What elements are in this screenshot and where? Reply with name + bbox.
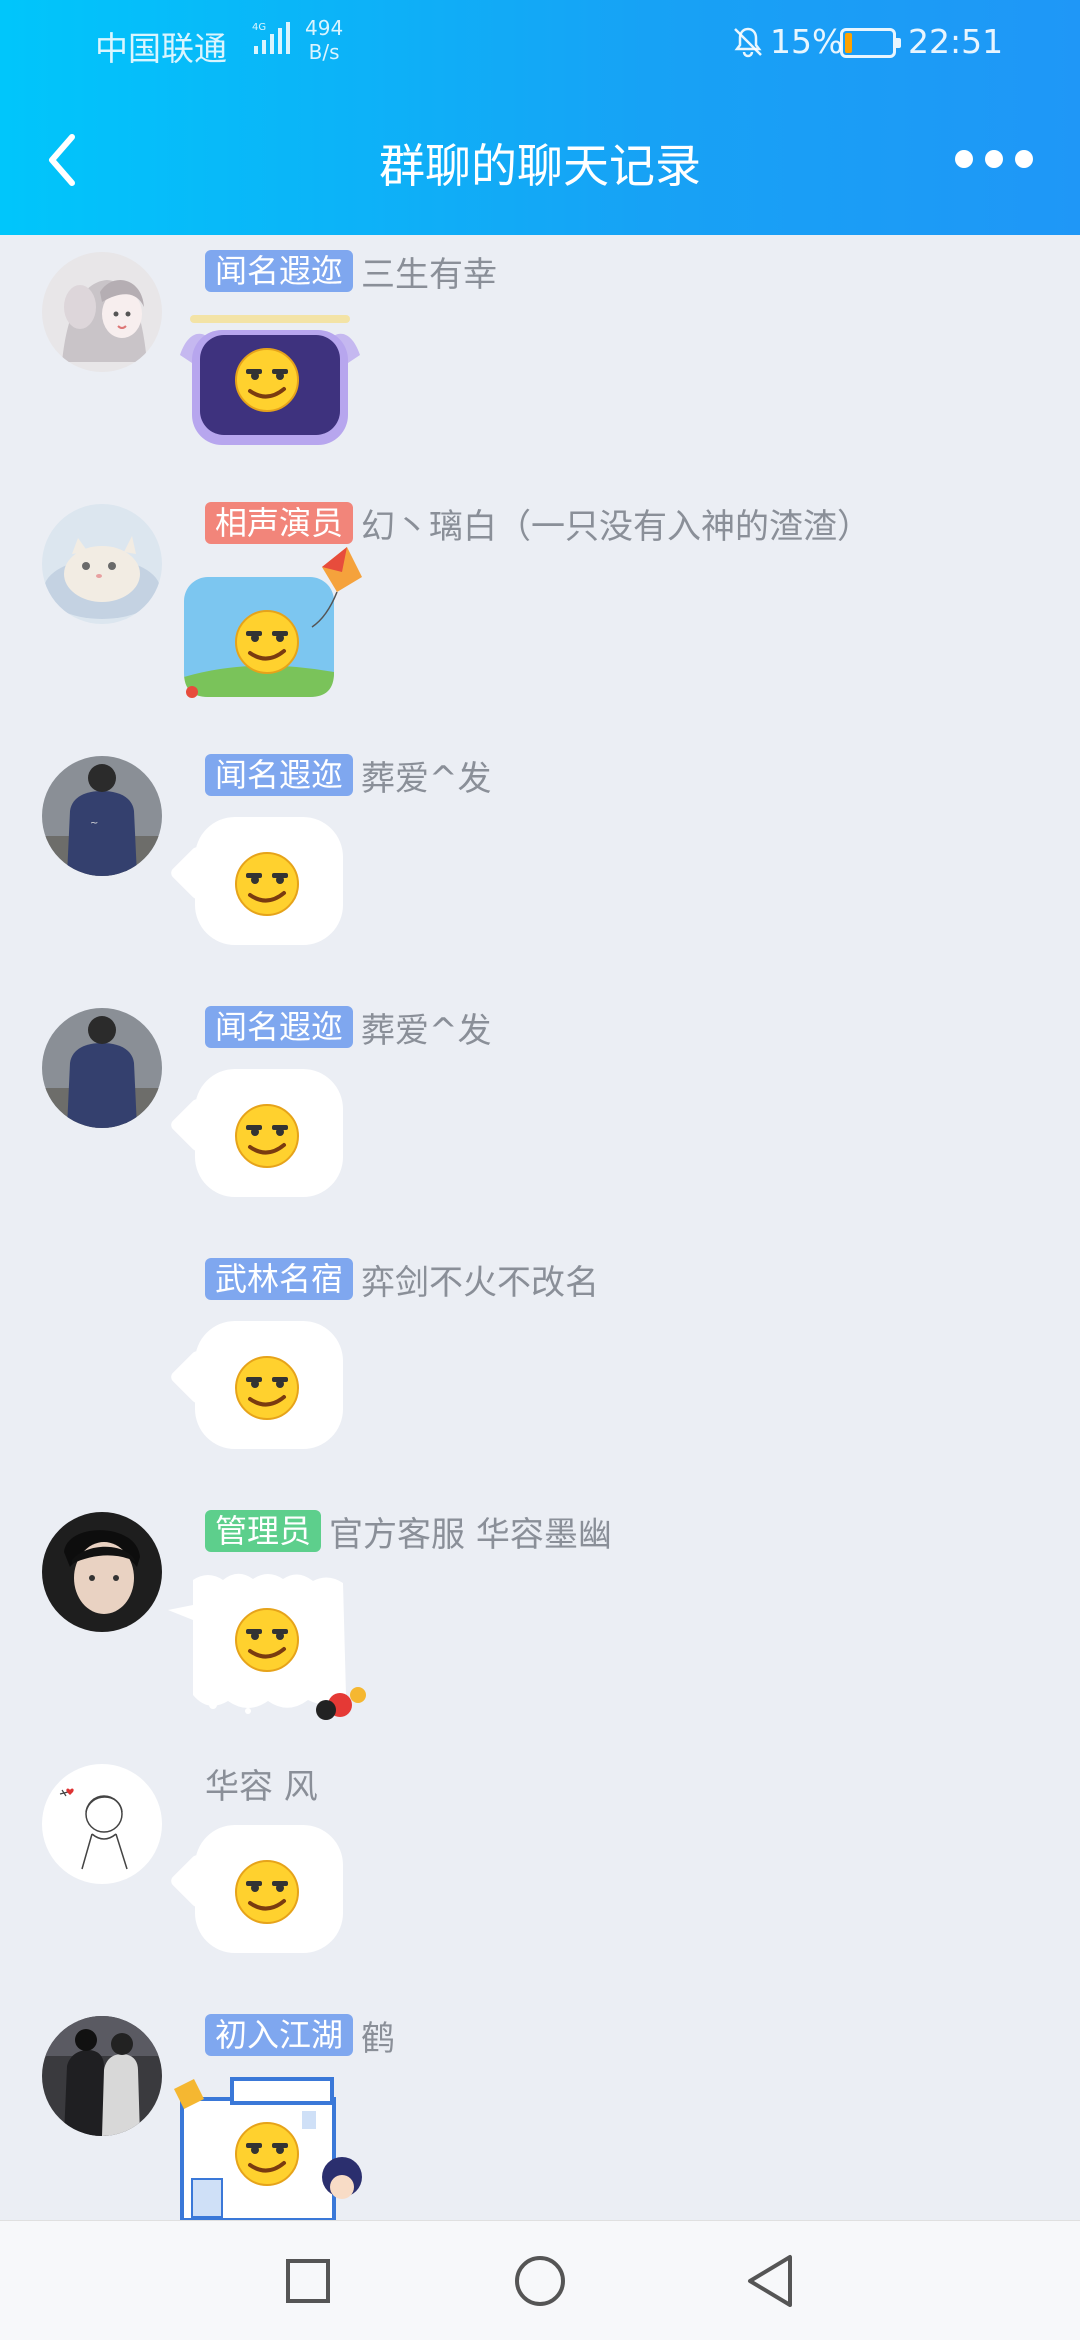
smirk-face-icon [235, 1608, 299, 1672]
clock: 22:51 [908, 22, 1004, 61]
avatar[interactable] [42, 504, 162, 624]
boy-photo-avatar-icon: ~ [42, 756, 162, 876]
message-item: ~ 闻名遐迩 葬爱^发 [0, 739, 1080, 991]
sketch-avatar-icon [42, 1764, 162, 1884]
square-icon [286, 2259, 330, 2303]
couple-photo-avatar-icon [42, 2016, 162, 2136]
member-title-tag: 初入江湖 [205, 2014, 354, 2056]
cat-avatar-icon [42, 504, 162, 624]
sender-name[interactable]: 官方客服 华容墨幽 [329, 1507, 612, 1556]
page-title: 群聊的聊天记录 [379, 139, 701, 193]
sender-line: 闻名遐迩 葬爱^发 [205, 1003, 492, 1052]
sender-name[interactable]: 三生有幸 [361, 247, 497, 296]
more-dots-icon [955, 150, 973, 168]
smirk-face-icon [235, 1356, 299, 1420]
message-item: 武林名宿 弈剑不火不改名 [0, 1243, 1080, 1495]
member-title-tag: 相声演员 [205, 502, 354, 544]
smirk-face-icon [235, 2122, 299, 2186]
chevron-left-icon [49, 134, 75, 186]
more-dots-icon [985, 150, 1003, 168]
back-button[interactable] [40, 125, 90, 195]
message-item: 相声演员 幻丶璃白（一只没有入神的渣渣） [0, 487, 1080, 739]
sender-name[interactable]: 鹤 [361, 2011, 395, 2060]
recent-apps-button[interactable] [268, 2241, 348, 2321]
sender-line: 初入江湖 鹤 [205, 2011, 395, 2060]
sender-line: 华容 风 [205, 1759, 318, 1808]
triangle-back-icon [748, 2255, 792, 2307]
member-title-tag: 闻名遐迩 [205, 1006, 354, 1048]
network-speed: 494 B/s [305, 16, 343, 64]
sender-name[interactable]: 葬爱^发 [361, 751, 492, 800]
home-button[interactable] [500, 2241, 580, 2321]
more-dots-icon [1015, 150, 1033, 168]
system-back-button[interactable] [732, 2241, 812, 2321]
network-speed-value: 494 [305, 16, 344, 40]
sender-line: 武林名宿 弈剑不火不改名 [205, 1255, 599, 1304]
sender-line: 管理员 官方客服 华容墨幽 [205, 1507, 612, 1556]
avatar[interactable] [42, 1512, 162, 1632]
battery-icon [840, 28, 901, 58]
system-nav-bar [0, 2220, 1080, 2340]
sender-line: 相声演员 幻丶璃白（一只没有入神的渣渣） [205, 499, 871, 548]
sender-name[interactable]: 华容 风 [205, 1759, 318, 1808]
battery-percent: 15% [770, 22, 844, 61]
avatar[interactable] [42, 1764, 162, 1884]
chat-history-list[interactable]: 闻名遐迩 三生有幸 相声演员 幻丶璃白（一只没有入神的渣渣） ~ 闻名遐迩 葬爱… [0, 235, 1080, 2220]
circle-icon [515, 2256, 565, 2306]
sender-name[interactable]: 葬爱^发 [361, 1003, 492, 1052]
smirk-face-icon [235, 610, 299, 674]
message-item: 闻名遐迩 葬爱^发 [0, 991, 1080, 1243]
app-header: 中国联通 4G 494 B/s 15% 22:51 群聊的聊天记录 [0, 0, 1080, 235]
more-options-button[interactable] [955, 140, 1035, 180]
avatar[interactable] [42, 2016, 162, 2136]
bell-muted-icon [734, 27, 762, 58]
svg-text:~: ~ [90, 818, 98, 829]
svg-text:4G: 4G [252, 22, 266, 33]
smirk-face-icon [235, 1860, 299, 1924]
message-item: 闻名遐迩 三生有幸 [0, 235, 1080, 487]
status-bar: 中国联通 4G 494 B/s 15% 22:51 [0, 0, 1080, 86]
signal-icon: 4G [252, 22, 290, 54]
boy-portrait-avatar-icon [42, 1512, 162, 1632]
sender-name[interactable]: 弈剑不火不改名 [361, 1255, 599, 1304]
message-item: 华容 风 [0, 1747, 1080, 1999]
avatar[interactable]: ~ [42, 756, 162, 876]
smirk-face-icon [235, 348, 299, 412]
sender-line: 闻名遐迩 三生有幸 [205, 247, 497, 296]
sender-name[interactable]: 幻丶璃白（一只没有入神的渣渣） [361, 499, 871, 548]
battery-level-fill [845, 33, 852, 53]
anime-girl-avatar-icon [42, 252, 162, 372]
member-title-tag: 武林名宿 [205, 1258, 354, 1300]
smirk-face-icon [235, 852, 299, 916]
admin-tag: 管理员 [205, 1510, 322, 1552]
member-title-tag: 闻名遐迩 [205, 754, 354, 796]
message-item: 初入江湖 鹤 [0, 1999, 1080, 2220]
carrier-name: 中国联通 [95, 29, 227, 68]
avatar[interactable] [42, 252, 162, 372]
smirk-face-icon [235, 1104, 299, 1168]
member-title-tag: 闻名遐迩 [205, 250, 354, 292]
boy-photo-avatar-icon [42, 1008, 162, 1128]
message-item: 管理员 官方客服 华容墨幽 [0, 1495, 1080, 1747]
network-speed-unit: B/s [308, 40, 340, 64]
avatar[interactable] [42, 1008, 162, 1128]
sender-line: 闻名遐迩 葬爱^发 [205, 751, 492, 800]
